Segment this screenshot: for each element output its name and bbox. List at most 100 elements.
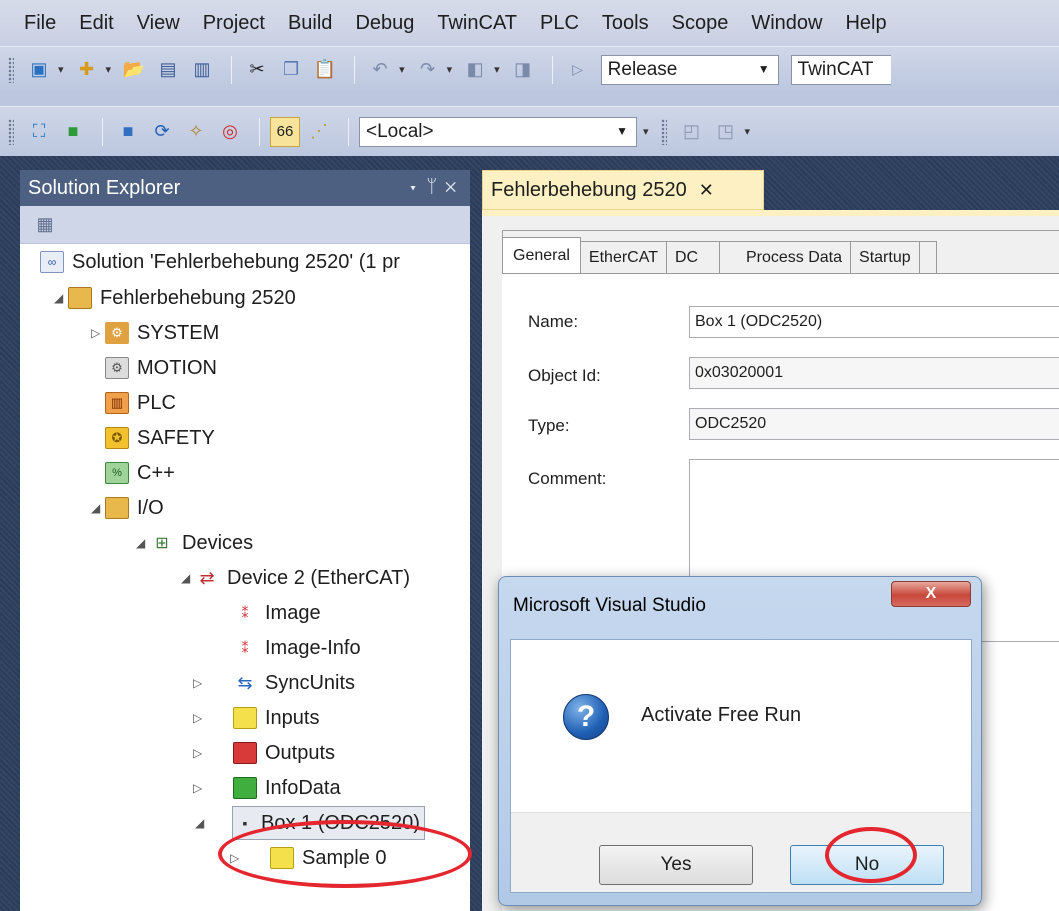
- tree-node-solution[interactable]: ∞ Solution 'Fehlerbehebung 2520' (1 pr: [40, 245, 400, 279]
- collapse-triangle-icon[interactable]: ◢: [91, 501, 100, 515]
- menu-file[interactable]: File: [24, 12, 56, 35]
- dialog-button-area: Yes No: [511, 812, 971, 892]
- tree-node-safety[interactable]: ✪ SAFETY: [105, 421, 215, 455]
- tree-node-io[interactable]: ◢ I/O: [91, 491, 164, 525]
- chevron-down-icon[interactable]: ▾: [58, 63, 64, 76]
- toolbar-overflow-icon[interactable]: ▾: [745, 125, 751, 138]
- save-icon[interactable]: ▤: [153, 55, 183, 85]
- name-value: Box 1 (ODC2520): [695, 313, 823, 330]
- activate-configuration-icon[interactable]: ⛶: [24, 117, 54, 147]
- menu-view[interactable]: View: [137, 12, 180, 35]
- solution-platform-value: TwinCAT: [797, 58, 874, 80]
- chevron-down-icon[interactable]: ▾: [106, 63, 112, 76]
- tree-node-label: Sample 0: [302, 846, 387, 869]
- paste-icon[interactable]: 📋: [310, 55, 340, 85]
- tab-dc[interactable]: DC: [665, 241, 720, 273]
- tab-ethercat[interactable]: EtherCAT: [579, 241, 667, 273]
- tree-node-inputs[interactable]: ▷ Inputs: [193, 701, 319, 735]
- pin-icon[interactable]: ᛘ: [426, 176, 445, 196]
- start-icon[interactable]: ▷: [563, 55, 593, 85]
- expand-triangle-icon[interactable]: ▷: [91, 326, 100, 340]
- menu-tools[interactable]: Tools: [602, 12, 649, 35]
- solution-platform-combo[interactable]: TwinCAT: [790, 54, 891, 85]
- window-cascade-icon[interactable]: ◳: [711, 117, 741, 147]
- tree-node-image-info[interactable]: ⁑ Image-Info: [233, 631, 361, 665]
- show-online-data-icon[interactable]: 66: [270, 116, 300, 147]
- tab-more[interactable]: [918, 241, 937, 273]
- open-folder-icon[interactable]: 📂: [119, 55, 149, 85]
- menu-window[interactable]: Window: [751, 12, 822, 35]
- menu-plc[interactable]: PLC: [540, 12, 579, 35]
- dialog-close-button[interactable]: X: [891, 581, 971, 607]
- target-system-combo[interactable]: <Local> ▼: [359, 116, 637, 147]
- window-position-icon[interactable]: ▾: [408, 176, 427, 196]
- toolbar-grip[interactable]: [8, 56, 14, 83]
- save-all-icon[interactable]: ▥: [187, 55, 217, 85]
- redo-icon[interactable]: ↷: [413, 55, 443, 85]
- tree-node-motion[interactable]: ⚙ MOTION: [105, 351, 217, 385]
- tree-node-sample-0[interactable]: ▷ Sample 0: [230, 841, 387, 875]
- navigate-backward-icon[interactable]: ◧: [460, 55, 490, 85]
- tree-node-device-2[interactable]: ◢ ⇄ Device 2 (EtherCAT): [181, 561, 410, 595]
- expand-triangle-icon[interactable]: ▷: [193, 746, 202, 760]
- tree-node-image[interactable]: ⁑ Image: [233, 596, 321, 630]
- infodata-icon: [233, 777, 257, 799]
- cut-icon[interactable]: ✂: [242, 55, 272, 85]
- menu-twincat[interactable]: TwinCAT: [437, 12, 517, 35]
- menu-build[interactable]: Build: [288, 12, 332, 35]
- tree-node-project[interactable]: ◢ Fehlerbehebung 2520: [54, 281, 296, 315]
- tree-node-box-1[interactable]: ◢ ▪ Box 1 (ODC2520): [195, 806, 425, 840]
- expand-triangle-icon[interactable]: ▷: [193, 781, 202, 795]
- close-icon[interactable]: ✕: [699, 180, 714, 201]
- collapse-triangle-icon[interactable]: ◢: [181, 571, 190, 585]
- window-layout-icon[interactable]: ◰: [677, 117, 707, 147]
- toggle-free-run-icon[interactable]: ◎: [215, 117, 245, 147]
- navigate-forward-icon[interactable]: ◨: [508, 55, 538, 85]
- tree-node-system[interactable]: ▷ ⚙ SYSTEM: [91, 316, 219, 350]
- collapse-triangle-icon[interactable]: ◢: [195, 816, 204, 830]
- menu-project[interactable]: Project: [203, 12, 265, 35]
- tab-general[interactable]: General: [502, 237, 581, 273]
- collapse-triangle-icon[interactable]: ◢: [136, 536, 145, 550]
- yes-button[interactable]: Yes: [599, 845, 753, 885]
- run-mode-icon[interactable]: ■: [58, 117, 88, 147]
- no-button[interactable]: No: [790, 845, 944, 885]
- chevron-down-icon[interactable]: ▾: [447, 63, 453, 76]
- show-sub-items-icon[interactable]: ⋰: [304, 117, 334, 147]
- undo-icon[interactable]: ↶: [365, 55, 395, 85]
- expand-triangle-icon[interactable]: ▷: [193, 711, 202, 725]
- tree-node-cpp[interactable]: % C++: [105, 456, 175, 490]
- expand-triangle-icon[interactable]: ▷: [230, 851, 239, 865]
- type-field[interactable]: ODC2520: [689, 408, 1059, 440]
- config-mode-icon[interactable]: ■: [113, 117, 143, 147]
- close-icon[interactable]: ✕: [445, 176, 464, 196]
- toolbar-grip[interactable]: [8, 118, 14, 145]
- toolbar-overflow-icon[interactable]: ▾: [643, 125, 649, 138]
- menu-debug[interactable]: Debug: [355, 12, 414, 35]
- collapse-triangle-icon[interactable]: ◢: [54, 291, 63, 305]
- tree-node-infodata[interactable]: ▷ InfoData: [193, 771, 341, 805]
- solution-configuration-combo[interactable]: Release ▼: [600, 54, 779, 85]
- name-field[interactable]: Box 1 (ODC2520): [689, 306, 1059, 338]
- tree-node-syncunits[interactable]: ▷ ⇆ SyncUnits: [193, 666, 355, 700]
- object-id-field[interactable]: 0x03020001: [689, 357, 1059, 389]
- expand-triangle-icon[interactable]: ▷: [193, 676, 202, 690]
- tab-startup[interactable]: Startup: [850, 241, 920, 273]
- reload-devices-icon[interactable]: ⟳: [147, 117, 177, 147]
- chevron-down-icon[interactable]: ▾: [399, 63, 405, 76]
- properties-icon[interactable]: ▦: [30, 210, 60, 240]
- copy-icon[interactable]: ❐: [276, 55, 306, 85]
- add-item-icon[interactable]: ✚: [72, 55, 102, 85]
- tree-node-outputs[interactable]: ▷ Outputs: [193, 736, 335, 770]
- menu-edit[interactable]: Edit: [79, 12, 113, 35]
- chevron-down-icon[interactable]: ▾: [494, 63, 500, 76]
- tab-process-data[interactable]: Process Data: [718, 241, 852, 273]
- document-tab[interactable]: Fehlerbehebung 2520 ✕: [482, 170, 764, 210]
- tree-node-devices[interactable]: ◢ ⊞ Devices: [136, 526, 253, 560]
- new-project-icon[interactable]: ▣: [24, 55, 54, 85]
- tree-node-plc[interactable]: ▥ PLC: [105, 386, 176, 420]
- menu-scope[interactable]: Scope: [672, 12, 729, 35]
- toolbar-grip[interactable]: [660, 118, 667, 145]
- menu-help[interactable]: Help: [845, 12, 886, 35]
- scan-icon[interactable]: ✧: [181, 117, 211, 147]
